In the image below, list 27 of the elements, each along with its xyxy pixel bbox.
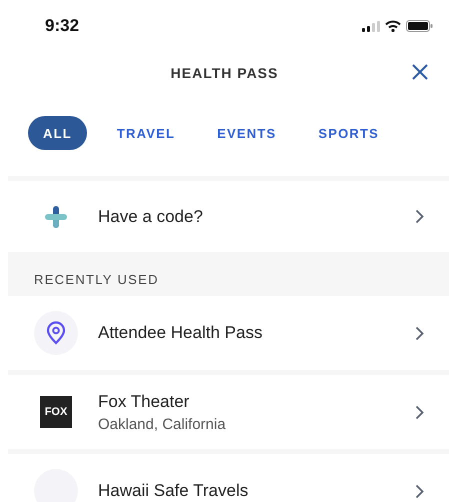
chevron-right-icon	[415, 326, 424, 340]
plus-icon	[44, 204, 68, 228]
screen-title: HEALTH PASS	[170, 65, 278, 81]
filter-tab[interactable]: SPORTS	[306, 116, 391, 150]
chevron-right-icon	[415, 209, 424, 224]
pass-row[interactable]: FOX Fox Theater Oakland, California	[8, 375, 449, 449]
wifi-icon	[385, 20, 401, 32]
row-title: Attendee Health Pass	[98, 323, 264, 343]
battery-icon	[406, 20, 433, 32]
section-title: RECENTLY USED	[34, 272, 159, 287]
filter-tab[interactable]: EVENTS	[205, 116, 288, 150]
row-title: Have a code?	[98, 206, 204, 226]
signal-icon	[362, 20, 380, 32]
filter-tab[interactable]: TRAVEL	[104, 116, 188, 150]
chevron-right-icon	[415, 484, 424, 498]
location-pin-icon	[34, 311, 78, 355]
pass-row[interactable]: Hawaii Safe Travels	[8, 454, 449, 502]
pass-row[interactable]: Attendee Health Pass	[8, 296, 449, 370]
row-title: Fox Theater	[98, 392, 190, 412]
status-time: 9:32	[45, 16, 80, 36]
filter-tab[interactable]: ALL	[28, 116, 87, 150]
chevron-right-icon	[415, 404, 424, 420]
code-row[interactable]: Have a code?	[8, 181, 449, 252]
logo-text: FOX	[44, 406, 68, 418]
close-button[interactable]	[411, 63, 429, 81]
row-subtitle: Oakland, California	[98, 416, 227, 432]
row-title: Hawaii Safe Travels	[98, 481, 250, 501]
